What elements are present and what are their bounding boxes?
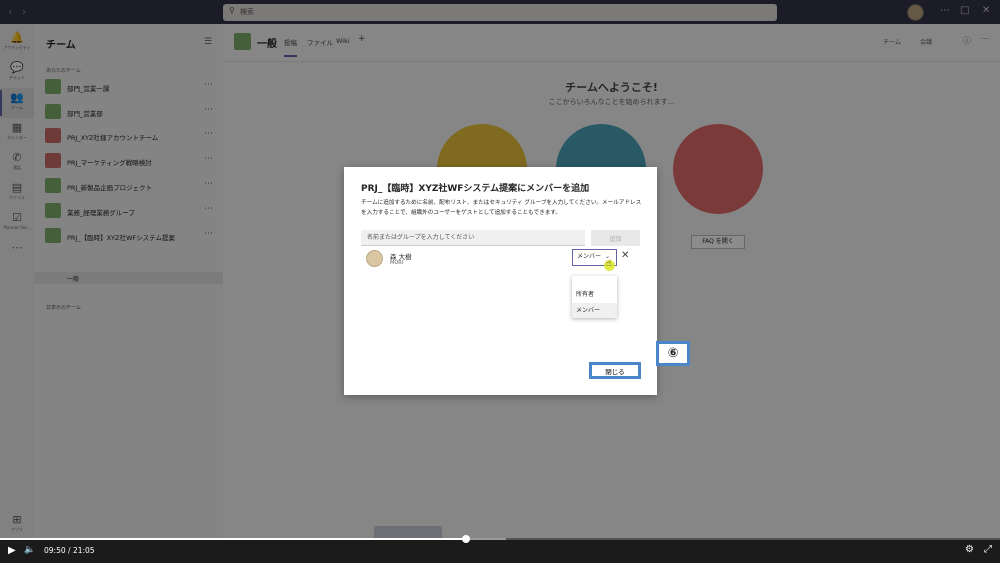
settings-icon[interactable]: ⚙ xyxy=(965,544,974,555)
dialog-description: チームに追加するために名前、配布リスト、またはセキュリティ グループを入力してく… xyxy=(361,200,642,216)
progress-fill xyxy=(0,538,466,540)
avatar xyxy=(366,250,383,267)
duration: 21:05 xyxy=(72,546,95,555)
fullscreen-icon[interactable]: ⤢ xyxy=(984,544,992,555)
progress-buffer xyxy=(466,538,506,540)
member-id: MORI xyxy=(390,260,404,266)
close-icon[interactable]: ✕ xyxy=(621,250,629,261)
role-option-owner[interactable]: 所有者 xyxy=(572,287,617,302)
role-option-member[interactable]: メンバー xyxy=(572,303,617,318)
add-member-dialog: PRJ_【臨時】XYZ社WFシステム提案にメンバーを追加 チームに追加するために… xyxy=(344,167,657,395)
time-separator: / xyxy=(68,546,71,555)
role-selected: メンバー xyxy=(577,253,602,260)
play-icon[interactable]: ▶ xyxy=(8,545,16,556)
volume-icon[interactable]: 🔈 xyxy=(24,545,35,555)
dialog-title: PRJ_【臨時】XYZ社WFシステム提案にメンバーを追加 xyxy=(361,184,590,194)
time-display: 09:50 / 21:05 xyxy=(44,546,95,555)
close-button[interactable]: 閉じる xyxy=(589,362,641,379)
member-search-input[interactable] xyxy=(361,230,585,246)
progress-knob[interactable] xyxy=(462,535,470,543)
role-menu: 所有者 メンバー xyxy=(572,276,617,318)
pointer-hand-icon: ☝ xyxy=(606,259,612,269)
video-player-bar: ▶ 🔈 09:50 / 21:05 ⚙ ⤢ xyxy=(0,535,1000,563)
progress-track[interactable] xyxy=(0,535,1000,543)
current-time: 09:50 xyxy=(44,546,66,555)
add-button[interactable]: 追加 xyxy=(591,230,640,246)
step-number-badge: ⑥ xyxy=(656,341,690,366)
